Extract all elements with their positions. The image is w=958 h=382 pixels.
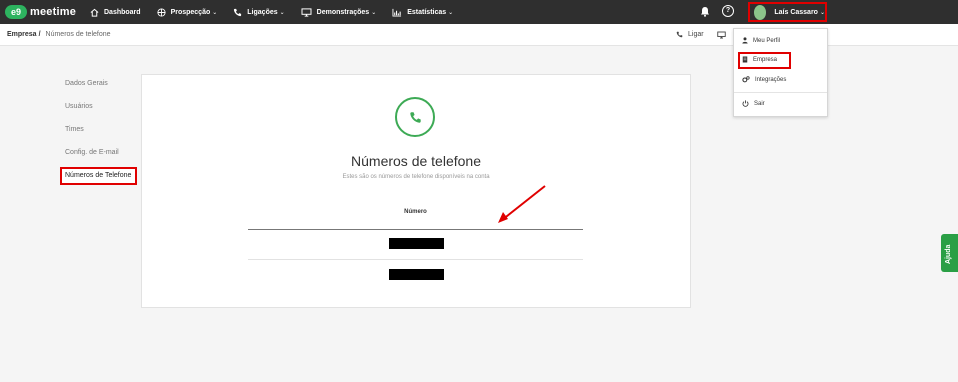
breadcrumb-separator: / (38, 31, 41, 38)
chevron-down-icon: ⌄ (448, 9, 454, 16)
building-icon (742, 56, 748, 63)
top-navbar: e9 meetime Dashboard Prospecção ⌄ Ligaçõ… (0, 0, 958, 24)
table-row-divider (248, 259, 583, 260)
table-header-divider (248, 229, 583, 230)
nav-demonstracoes-label: Demonstrações (316, 8, 370, 16)
bell-icon[interactable] (700, 6, 710, 17)
sidebar-item-numeros-de-telefone[interactable]: Números de Telefone (60, 167, 137, 185)
menu-item-sair[interactable]: Sair (742, 100, 765, 107)
chevron-down-icon: ⌄ (819, 9, 825, 16)
user-name: Laís Cassaro (774, 8, 818, 16)
help-icon[interactable]: ? (722, 5, 734, 17)
monitor-icon[interactable] (717, 31, 726, 39)
menu-item-meu-perfil[interactable]: Meu Perfil (742, 37, 780, 44)
menu-item-empresa[interactable]: Empresa (742, 56, 777, 63)
logo-mark: e9 (5, 5, 27, 19)
chart-icon (392, 8, 402, 17)
nav-prospeccao[interactable]: Prospecção ⌄ (157, 7, 218, 17)
meetime-logo[interactable]: e9 meetime (5, 4, 76, 20)
chevron-down-icon: ⌄ (371, 9, 377, 16)
page-subtitle: Estes são os números de telefone disponí… (342, 174, 490, 180)
menu-item-meu-perfil-label: Meu Perfil (753, 37, 781, 44)
chevron-down-icon: ⌄ (279, 9, 285, 16)
help-tab[interactable]: Ajuda (941, 234, 958, 272)
main-nav: Dashboard Prospecção ⌄ Ligações ⌄ Demons… (90, 0, 469, 24)
avatar (754, 4, 767, 20)
nav-ligacoes[interactable]: Ligações ⌄ (233, 8, 285, 17)
monitor-icon (301, 7, 312, 17)
breadcrumb-root[interactable]: Empresa (7, 31, 37, 38)
redacted-phone-number (389, 269, 444, 280)
nav-estatisticas[interactable]: Estatísticas ⌄ (392, 8, 453, 17)
nav-prospeccao-label: Prospecção (170, 8, 211, 16)
menu-item-empresa-label: Empresa (753, 56, 778, 63)
help-tab-label: Ajuda (945, 244, 952, 264)
sidebar-item-usuarios[interactable]: Usuários (65, 103, 93, 110)
sidebar-item-dados-gerais[interactable]: Dados Gerais (65, 80, 108, 87)
nav-demonstracoes[interactable]: Demonstrações ⌄ (301, 7, 377, 17)
page-title: Números de telefone (351, 153, 481, 169)
nav-estatisticas-label: Estatísticas (407, 8, 447, 16)
ligar-label: Ligar (688, 31, 704, 38)
sidebar-item-config-email[interactable]: Config. de E-mail (65, 149, 119, 156)
ligar-button[interactable]: Ligar (676, 31, 704, 38)
user-icon (742, 37, 748, 44)
menu-item-integracoes[interactable]: Integrações (742, 76, 786, 83)
phone-icon (234, 8, 242, 16)
redacted-phone-number (389, 238, 444, 249)
menu-divider (734, 92, 827, 93)
breadcrumb-current: Números de telefone (45, 31, 111, 38)
phone-icon (409, 111, 421, 123)
target-icon (157, 7, 166, 17)
nav-ligacoes-label: Ligações (247, 8, 278, 16)
annotation-arrow (498, 185, 546, 223)
breadcrumb: Empresa / Números de telefone (7, 31, 111, 38)
sidebar-item-times[interactable]: Times (65, 126, 84, 133)
chevron-down-icon: ⌄ (212, 9, 218, 16)
phone-icon (676, 31, 683, 38)
user-menu-button[interactable]: Laís Cassaro ⌄ (748, 2, 827, 22)
menu-item-sair-label: Sair (754, 100, 765, 107)
phone-circle-icon (395, 97, 435, 137)
nav-dashboard[interactable]: Dashboard (90, 8, 141, 17)
logo-name: meetime (30, 6, 77, 18)
menu-item-integracoes-label: Integrações (755, 76, 787, 83)
cogs-icon (742, 76, 750, 83)
power-icon (742, 100, 749, 107)
user-dropdown-menu: Meu Perfil Empresa Integrações Sair (733, 28, 828, 117)
home-icon (90, 8, 99, 17)
nav-dashboard-label: Dashboard (104, 8, 141, 16)
